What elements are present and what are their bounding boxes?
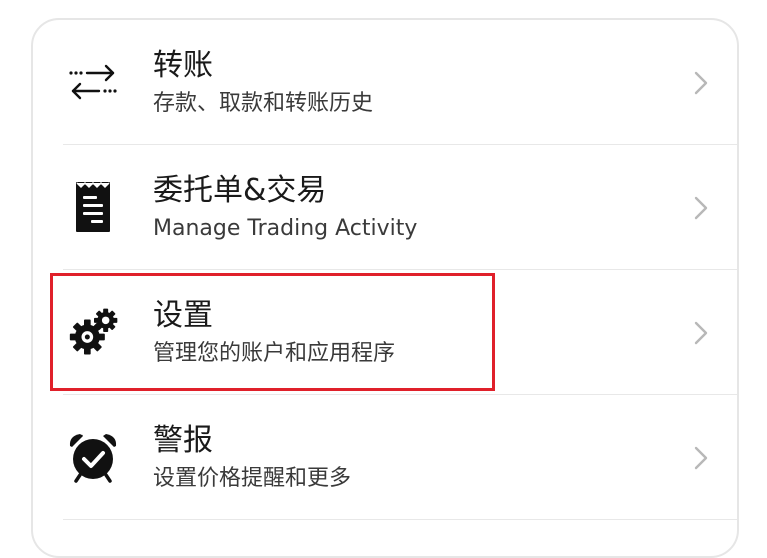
menu-item-settings[interactable]: 设置 管理您的账户和应用程序 xyxy=(33,270,741,395)
menu-card: 转账 存款、取款和转账历史 委托单&交易 Manage Trading Acti… xyxy=(31,18,739,558)
menu-item-title: 委托单&交易 xyxy=(153,173,327,208)
menu-item-title: 设置 xyxy=(153,298,213,333)
menu-item-subtitle: 存款、取款和转账历史 xyxy=(153,91,374,116)
chevron-right-icon xyxy=(691,195,711,221)
chevron-right-icon xyxy=(691,70,711,96)
menu-item-subtitle: 设置价格提醒和更多 xyxy=(153,466,352,491)
alarm-clock-icon xyxy=(67,431,119,483)
menu-item-subtitle: Manage Trading Activity xyxy=(153,216,418,241)
menu-item-subtitle: 管理您的账户和应用程序 xyxy=(153,341,396,366)
menu-item-alerts[interactable]: 警报 设置价格提醒和更多 xyxy=(33,395,741,520)
gears-icon xyxy=(67,306,119,358)
transfer-arrows-icon xyxy=(67,56,119,108)
chevron-right-icon xyxy=(691,445,711,471)
menu-item-title: 警报 xyxy=(153,423,213,458)
menu-item-orders-trades[interactable]: 委托单&交易 Manage Trading Activity xyxy=(33,145,741,270)
menu-item-transfer[interactable]: 转账 存款、取款和转账历史 xyxy=(33,20,741,145)
menu-item-title: 转账 xyxy=(153,48,213,83)
receipt-icon xyxy=(67,181,119,233)
chevron-right-icon xyxy=(691,320,711,346)
divider xyxy=(63,519,737,520)
